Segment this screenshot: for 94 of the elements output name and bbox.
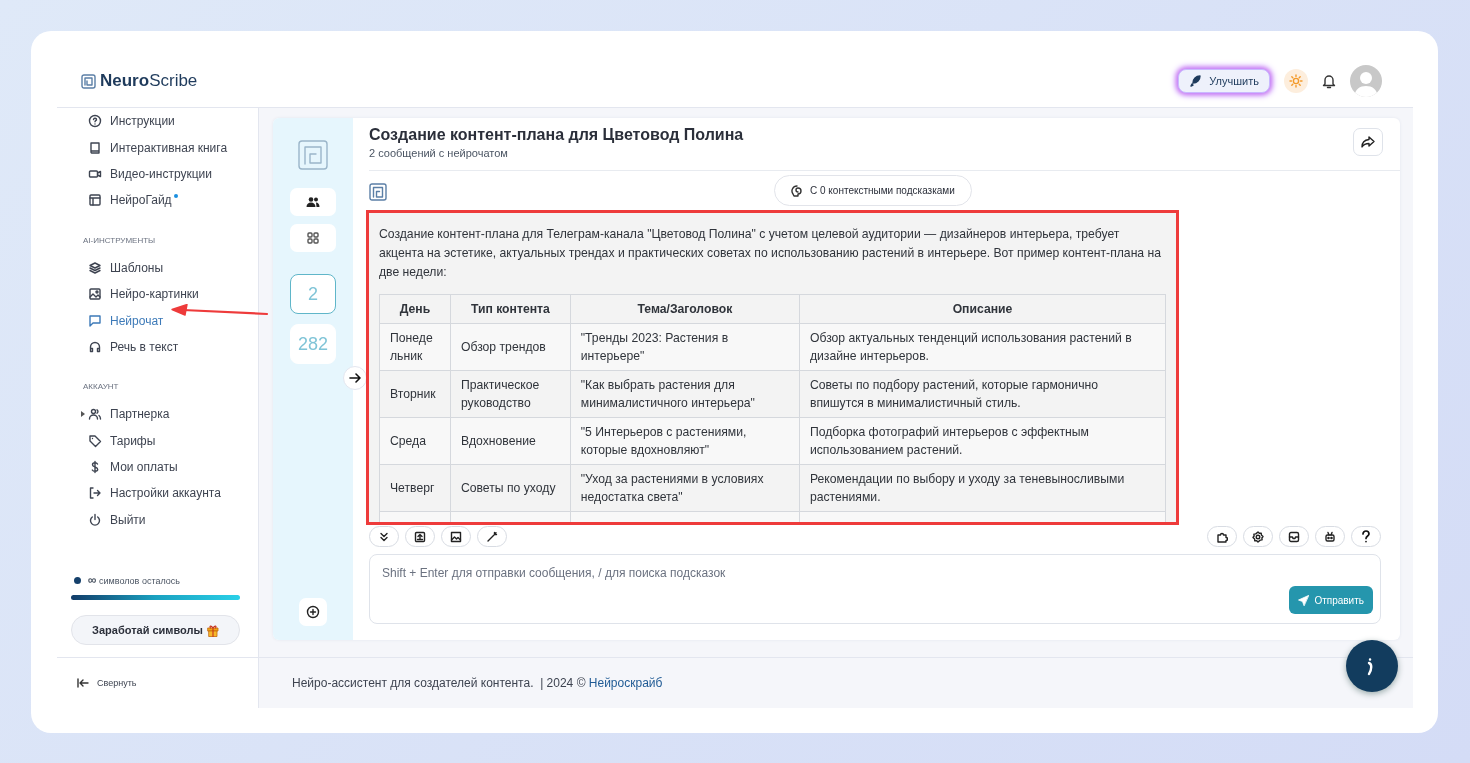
speech-bubble-icon (88, 313, 102, 328)
sun-icon (1289, 74, 1303, 88)
section-title: AI-ИНСТРУМЕНТЫ (83, 235, 157, 245)
upgrade-button[interactable]: Улучшить (1178, 69, 1270, 93)
gift-icon (206, 623, 219, 637)
table-cell: Вторник (379, 370, 451, 418)
chat-subtitle: 2 сообщений с нейрочатом (369, 147, 509, 159)
bot-logo-icon (369, 183, 387, 201)
earn-symbols-button[interactable]: Заработай символы (71, 615, 240, 646)
status-dot (74, 576, 81, 584)
collapse-icon (77, 678, 89, 688)
sidebar-item[interactable]: Выйти (71, 506, 258, 534)
robot-button[interactable] (1315, 526, 1345, 547)
table-cell: Подборка фотографий интерьеров с эффектным использованием растений. (799, 417, 1166, 465)
section-title: АККАУНТ (83, 382, 120, 392)
chevrons-down-icon (378, 530, 390, 543)
column-header: Тип контента (450, 294, 571, 324)
puzzle-icon (1216, 530, 1228, 543)
book-icon (88, 140, 102, 155)
settings-button[interactable] (1243, 526, 1273, 547)
robot-icon (1324, 530, 1336, 543)
footer-link[interactable]: Нейроскрайб (588, 676, 663, 690)
logo-text: NeuroScribe (100, 71, 198, 91)
sidebar-item[interactable]: Партнерка (71, 401, 258, 428)
image-icon (88, 287, 102, 302)
bell-icon[interactable] (1322, 73, 1336, 89)
message-text: Создание контент-плана для Телеграм-канала "Цветовод Полина" с учетом целевой аудитории — дизайнеров интерьера, требует акцента на эстетике, актуальных трендах и практических советах по использованию растений в интерьере. Вот пример контент-плана на две недели: (379, 226, 1163, 281)
settings-icon (1252, 530, 1264, 543)
column-header: Описание (799, 294, 1166, 324)
context-hints-button[interactable]: С 0 контекстными подсказками (774, 175, 972, 206)
upload-button[interactable] (405, 526, 435, 547)
plus-circle-icon (306, 605, 320, 619)
headphones-icon (88, 339, 102, 354)
logo-icon (298, 140, 328, 170)
table-cell: Советы по уходу (450, 464, 571, 512)
help-button[interactable] (1351, 526, 1381, 547)
table-cell: Понеде льник (379, 323, 451, 371)
sidebar-item[interactable]: Видео-инструкции (71, 160, 258, 188)
sidebar-item[interactable]: Инструкции (71, 108, 258, 135)
table-cell: "Как выбрать растения для минималистичного интерьера" (570, 370, 800, 418)
sidebar-item[interactable]: Мои оплаты (71, 453, 258, 481)
puzzle-button[interactable] (1207, 526, 1237, 547)
table-cell: Четверг (379, 464, 451, 512)
layers-icon (88, 260, 102, 275)
users-button[interactable] (290, 188, 336, 216)
expand-button[interactable] (343, 366, 367, 390)
table-cell: Обзор актуальных тенденций использования растений в дизайне интерьеров. (799, 323, 1166, 371)
question-mark-icon (1361, 530, 1371, 543)
upload-icon (414, 530, 426, 543)
table-cell: "Тренды 2023: Растения в интерьере" (570, 323, 800, 371)
column-header: Тема/Заголовок (570, 294, 800, 324)
sidebar-item[interactable]: Тарифы (71, 427, 258, 454)
send-icon (1298, 594, 1310, 606)
tag-icon (88, 433, 102, 448)
users-icon (306, 196, 320, 208)
table-cell: Советы по подбору растений, которые гармонично впишутся в минималистичный стиль. (799, 370, 1166, 418)
sign-out-icon (88, 486, 102, 501)
sidebar-item[interactable]: Нейро-картинки (71, 280, 258, 308)
inbox-icon (1288, 530, 1300, 543)
footer-text: Нейро-ассистент для создателей контента. | 2024 © (292, 676, 587, 690)
magic-wand-button[interactable] (477, 526, 507, 547)
magic-wand-icon (486, 530, 498, 543)
add-button[interactable] (299, 598, 327, 626)
chat-title: Создание контент-плана для Цветовод Полина (369, 126, 744, 144)
users-icon (88, 407, 102, 422)
column-header: День (379, 294, 451, 324)
sidebar-item[interactable]: Настройки аккаунта (71, 480, 258, 507)
table-cell: Практическое руководство (450, 370, 571, 418)
logo-icon (81, 73, 96, 89)
table-cell: "Уход за растениями в условиях недостатка света" (570, 464, 800, 512)
layout-icon (88, 193, 102, 208)
image-icon (450, 530, 462, 543)
table-cell: Обзор трендов (450, 323, 571, 371)
arrow-right-icon (349, 373, 361, 383)
grid-icon (307, 232, 319, 244)
sidebar-item[interactable]: Нейрочат (71, 307, 258, 334)
share-button[interactable] (1353, 128, 1383, 156)
image-button[interactable] (441, 526, 471, 547)
table-cell: "5 Интерьеров с растениями, которые вдохновляют" (570, 417, 800, 465)
share-icon (1361, 136, 1375, 148)
grid-button[interactable] (290, 224, 336, 252)
table-cell: Вдохновение (450, 417, 571, 465)
table-cell: Среда (379, 417, 451, 465)
symbols-remaining: ∞ символов осталось (88, 573, 180, 588)
power-icon (88, 512, 102, 527)
table-cell: Рекомендации по выбору и уходу за теневыносливыми растениями. (799, 464, 1166, 512)
sidebar-item[interactable]: НейроГайд (71, 187, 258, 214)
question-icon (88, 114, 102, 129)
sidebar-item[interactable]: Шаблоны (71, 254, 258, 281)
chevrons-down-button[interactable] (369, 526, 399, 547)
sidebar-item[interactable]: Интерактивная книга (71, 134, 258, 161)
sidebar-item[interactable]: Речь в текст (71, 333, 258, 361)
theme-toggle[interactable] (1284, 69, 1308, 93)
inbox-button[interactable] (1279, 526, 1309, 547)
